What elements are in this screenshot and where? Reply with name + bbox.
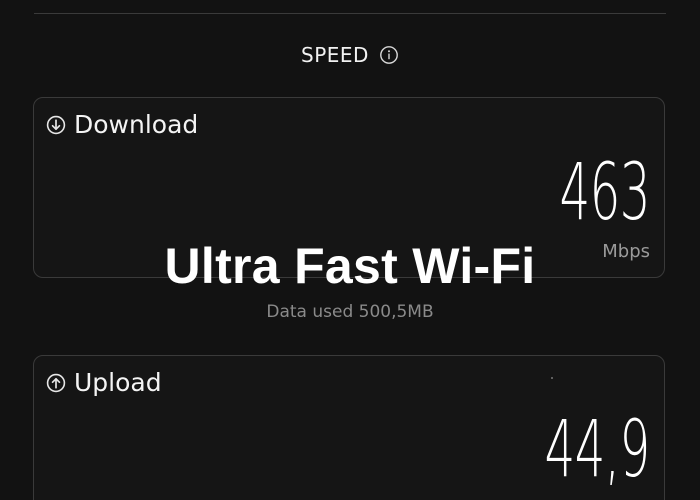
upload-label: Upload [74,368,162,397]
upload-card: Upload 44,9 [33,355,665,500]
download-header: Download [46,110,198,139]
info-icon[interactable] [379,45,399,65]
overlay-caption: Ultra Fast Wi-Fi [164,238,536,294]
download-arrow-icon [46,115,66,135]
upload-header: Upload [46,368,162,397]
data-used-text: Data used 500,5MB [266,302,434,322]
upload-speed-value: 44,9 [544,405,651,495]
download-speed-value: 463 [559,148,651,238]
download-label: Download [74,110,199,139]
section-title: SPEED [301,43,369,67]
speed-test-screen: SPEED Download 463 Mbps Ultra Fast Wi-Fi… [0,0,700,500]
upload-arrow-icon [46,373,66,393]
decorative-dot [551,377,553,379]
speed-section-header: SPEED [0,40,700,70]
top-divider [34,13,666,14]
